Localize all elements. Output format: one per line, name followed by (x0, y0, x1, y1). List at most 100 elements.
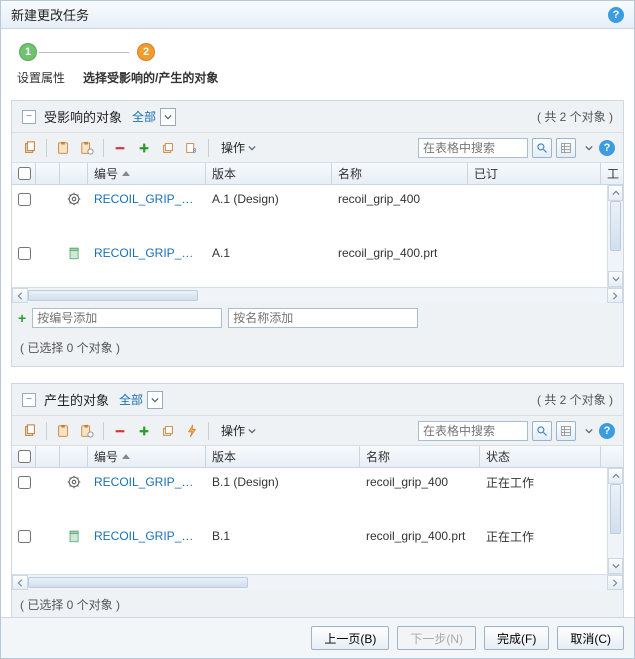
resulting-table-header: 编号 版本 名称 状态 (12, 446, 623, 468)
resulting-filter-select[interactable]: 全部 (119, 391, 163, 409)
paste-special-icon[interactable] (77, 138, 97, 158)
col-type-icon[interactable] (36, 163, 60, 184)
row-checkbox[interactable] (18, 193, 31, 206)
scroll-right-icon[interactable] (607, 575, 623, 590)
paste-special-icon[interactable] (77, 421, 97, 441)
paste-icon[interactable] (53, 138, 73, 158)
prev-button[interactable]: 上一页(B) (311, 626, 389, 650)
resulting-search-input[interactable] (418, 421, 528, 441)
collapse-toggle[interactable]: − (22, 110, 36, 124)
col-state[interactable]: 状态 (480, 446, 601, 467)
horizontal-scrollbar[interactable] (12, 574, 623, 590)
scroll-up-icon[interactable] (608, 185, 623, 201)
horizontal-scrollbar[interactable] (12, 287, 623, 303)
affected-selection-info: ( 已选择 0 个对象 ) (12, 333, 623, 366)
chevron-down-icon[interactable] (160, 108, 176, 126)
scroll-down-icon[interactable] (608, 271, 623, 287)
table-row[interactable]: RECOIL_GRIP_400 B.1 (Design) recoil_grip… (12, 468, 623, 496)
scroll-thumb[interactable] (610, 201, 621, 251)
scroll-right-icon[interactable] (607, 288, 623, 303)
col-number[interactable]: 编号 (88, 163, 206, 184)
select-all-checkbox[interactable] (18, 167, 31, 180)
scroll-down-icon[interactable] (608, 558, 623, 574)
chevron-down-icon[interactable] (147, 391, 163, 409)
view-menu-icon[interactable] (580, 425, 595, 437)
remove-icon[interactable] (110, 138, 130, 158)
col-name[interactable]: 名称 (360, 446, 480, 467)
scroll-left-icon[interactable] (12, 575, 28, 590)
row-checkbox[interactable] (18, 476, 31, 489)
dialog-title: 新建更改任务 (11, 5, 608, 24)
document-icon (68, 247, 81, 260)
add-icon[interactable] (134, 138, 154, 158)
table-row[interactable]: RECOIL_GRIP_400 A.1 (Design) recoil_grip… (12, 185, 623, 213)
table-settings-icon[interactable] (556, 421, 576, 441)
vertical-scrollbar[interactable] (607, 468, 623, 574)
panel-help-icon[interactable]: ? (599, 140, 615, 156)
row-version: B.1 (206, 529, 360, 543)
step-2-badge: 2 (137, 43, 155, 61)
col-extra[interactable]: 工 (601, 163, 623, 184)
scroll-up-icon[interactable] (608, 468, 623, 484)
copy-icon[interactable] (20, 138, 40, 158)
row-number-link[interactable]: RECOIL_GRIP_400.PRT (88, 529, 206, 543)
paste-icon[interactable] (53, 421, 73, 441)
scroll-thumb[interactable] (28, 577, 248, 588)
dialog-window: 新建更改任务 ? 1 2 设置属性 选择受影响的/产生的对象 − 受影响的对象 … (0, 0, 635, 659)
col-checkbox[interactable] (12, 163, 36, 184)
row-number-link[interactable]: RECOIL_GRIP_400.PRT (88, 246, 206, 260)
vertical-scrollbar[interactable] (607, 185, 623, 287)
table-row[interactable]: RECOIL_GRIP_400.PRT B.1 recoil_grip_400.… (12, 522, 623, 550)
actions-menu-button[interactable]: 操作 (215, 420, 262, 441)
col-type-icon[interactable] (36, 446, 60, 467)
gear-icon (67, 475, 81, 489)
view-menu-icon[interactable] (580, 142, 595, 154)
row-checkbox[interactable] (18, 247, 31, 260)
content-area: 1 2 设置属性 选择受影响的/产生的对象 − 受影响的对象 全部 ( 共 2 … (1, 29, 634, 617)
row-number-link[interactable]: RECOIL_GRIP_400 (88, 475, 206, 489)
finish-button[interactable]: 完成(F) (484, 626, 549, 650)
table-settings-icon[interactable] (556, 138, 576, 158)
row-number-link[interactable]: RECOIL_GRIP_400 (88, 192, 206, 206)
row-name: recoil_grip_400 (332, 192, 468, 206)
step-1-label[interactable]: 设置属性 (17, 69, 65, 86)
search-icon[interactable] (532, 421, 552, 441)
col-info-icon[interactable] (60, 163, 88, 184)
remove-icon[interactable] (110, 421, 130, 441)
col-subscribed[interactable]: 已订 (468, 163, 601, 184)
row-checkbox[interactable] (18, 530, 31, 543)
table-row[interactable]: RECOIL_GRIP_400.PRT A.1 recoil_grip_400.… (12, 239, 623, 267)
add-by-number-input[interactable] (32, 308, 222, 328)
step-connector (39, 52, 129, 53)
scroll-thumb[interactable] (28, 290, 198, 301)
actions-menu-button[interactable]: 操作 (215, 137, 262, 158)
lightning-icon[interactable] (182, 421, 202, 441)
col-name[interactable]: 名称 (332, 163, 468, 184)
copy-icon[interactable] (20, 421, 40, 441)
add-icon[interactable] (134, 421, 154, 441)
affected-search-input[interactable] (418, 138, 528, 158)
row-name: recoil_grip_400.prt (332, 246, 468, 260)
search-icon[interactable] (532, 138, 552, 158)
panel-help-icon[interactable]: ? (599, 423, 615, 439)
row-name: recoil_grip_400.prt (360, 529, 480, 543)
add-plus-icon[interactable]: + (18, 310, 26, 326)
affected-filter-label: 全部 (132, 108, 156, 125)
cancel-button[interactable]: 取消(C) (557, 626, 624, 650)
affected-filter-select[interactable]: 全部 (132, 108, 176, 126)
select-all-checkbox[interactable] (18, 450, 31, 463)
resulting-count: ( 共 2 个对象 ) (537, 391, 613, 408)
collect-icon[interactable]: 8 (182, 138, 202, 158)
scroll-left-icon[interactable] (12, 288, 28, 303)
scroll-thumb[interactable] (610, 484, 621, 534)
duplicate-icon[interactable] (158, 138, 178, 158)
duplicate-icon[interactable] (158, 421, 178, 441)
help-icon[interactable]: ? (608, 7, 624, 23)
col-version[interactable]: 版本 (206, 163, 332, 184)
col-version[interactable]: 版本 (206, 446, 360, 467)
col-checkbox[interactable] (12, 446, 36, 467)
col-number[interactable]: 编号 (88, 446, 206, 467)
add-by-name-input[interactable] (228, 308, 418, 328)
col-info-icon[interactable] (60, 446, 88, 467)
collapse-toggle[interactable]: − (22, 393, 36, 407)
